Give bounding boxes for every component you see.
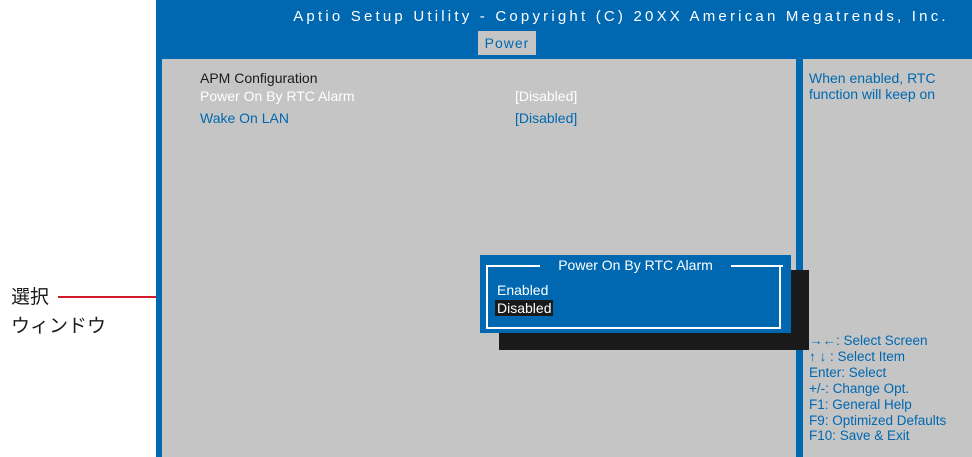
setting-rtc-alarm-label[interactable]: Power On By RTC Alarm: [200, 88, 355, 104]
popup-frame-top-right: [731, 265, 783, 267]
key-select-screen: →←: Select Screen: [809, 333, 928, 348]
popup-option-disabled[interactable]: Disabled: [495, 300, 554, 316]
setting-wake-on-lan-value[interactable]: [Disabled]: [515, 110, 577, 126]
section-title-apm: APM Configuration: [200, 70, 318, 86]
callout-label-selection: 選択: [11, 287, 50, 308]
key-legend: →←: Select Screen ↑ ↓ : Select Item Ente…: [809, 333, 946, 444]
key-change-opt: +/-: Change Opt.: [809, 380, 910, 396]
callout-label-window: ウィンドウ: [11, 316, 107, 337]
bios-content-layer: APM Configuration Power On By RTC Alarm …: [156, 0, 972, 457]
selection-popup: Power On By RTC Alarm Enabled Disabled: [480, 255, 791, 333]
key-select-item: ↑ ↓ : Select Item: [809, 348, 906, 364]
help-description: When enabled, RTC function will keep on: [809, 70, 936, 102]
popup-frame-top-left: [486, 265, 540, 267]
help-line: function will keep on: [809, 86, 936, 102]
key-optimized-defaults: F9: Optimized Defaults: [809, 412, 947, 428]
popup-option-enabled[interactable]: Enabled: [497, 282, 548, 298]
setting-wake-on-lan-label[interactable]: Wake On LAN: [200, 110, 289, 126]
key-enter-select: Enter: Select: [809, 364, 887, 380]
key-general-help: F1: General Help: [809, 396, 912, 412]
popup-title: Power On By RTC Alarm: [558, 257, 713, 273]
help-line: When enabled, RTC: [809, 70, 936, 86]
setting-rtc-alarm-value[interactable]: [Disabled]: [515, 88, 577, 104]
key-save-exit: F10: Save & Exit: [809, 428, 910, 444]
